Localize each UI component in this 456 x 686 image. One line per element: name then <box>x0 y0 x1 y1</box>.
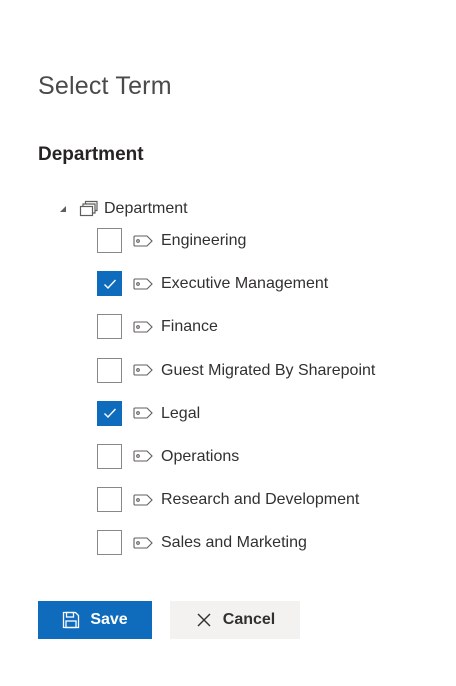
term-label: Sales and Marketing <box>161 534 307 552</box>
cancel-button[interactable]: Cancel <box>170 601 300 639</box>
checkmark-icon <box>103 279 116 289</box>
termset-icon <box>78 200 98 218</box>
cancel-label: Cancel <box>222 611 276 628</box>
term-row[interactable]: Engineering <box>97 228 375 271</box>
triangle-expanded-icon[interactable] <box>58 204 68 214</box>
tree-root-department[interactable]: Department <box>58 198 188 220</box>
term-checkbox[interactable] <box>97 228 122 253</box>
checkmark-icon <box>103 408 116 419</box>
panel-title: Select Term <box>38 72 172 100</box>
term-label: Operations <box>161 447 240 465</box>
select-term-panel: Select Term Department Department Engine… <box>0 0 456 686</box>
term-label: Executive Management <box>161 275 329 293</box>
action-bar: Save Cancel <box>38 601 300 639</box>
term-checkbox[interactable] <box>97 487 122 513</box>
term-label: Engineering <box>161 232 247 249</box>
save-label: Save <box>90 611 128 628</box>
tag-icon <box>133 444 153 469</box>
term-row[interactable]: Research and Development <box>97 487 375 530</box>
term-row[interactable]: Finance <box>97 314 375 357</box>
tag-icon <box>133 358 153 383</box>
term-checkbox[interactable] <box>97 314 122 340</box>
term-row[interactable]: Operations <box>97 443 375 487</box>
term-label: Guest Migrated By Sharepoint <box>161 361 376 379</box>
term-checkbox[interactable] <box>97 400 122 426</box>
tag-icon <box>133 487 153 512</box>
tree-root-label: Department <box>104 200 188 217</box>
term-label: Finance <box>161 318 218 336</box>
save-icon <box>62 611 80 629</box>
tag-icon <box>133 401 153 426</box>
term-label: Research and Development <box>161 491 360 509</box>
tag-icon <box>133 271 153 296</box>
term-checkbox[interactable] <box>97 357 122 383</box>
term-label: Legal <box>161 404 201 422</box>
term-checkbox[interactable] <box>97 271 122 297</box>
section-title: Department <box>38 144 144 165</box>
save-button[interactable]: Save <box>38 601 152 639</box>
term-row[interactable]: Sales and Marketing <box>97 530 375 573</box>
term-row[interactable]: Executive Management <box>97 271 375 314</box>
term-row[interactable]: Guest Migrated By Sharepoint <box>97 357 376 401</box>
tag-icon <box>133 228 153 253</box>
tag-icon <box>133 314 153 339</box>
close-icon <box>195 611 213 629</box>
tag-icon <box>133 530 153 555</box>
term-list: Engineering Executive Management Finance <box>97 228 375 574</box>
term-row[interactable]: Legal <box>97 400 375 444</box>
term-checkbox[interactable] <box>97 530 122 556</box>
term-checkbox[interactable] <box>97 443 122 469</box>
